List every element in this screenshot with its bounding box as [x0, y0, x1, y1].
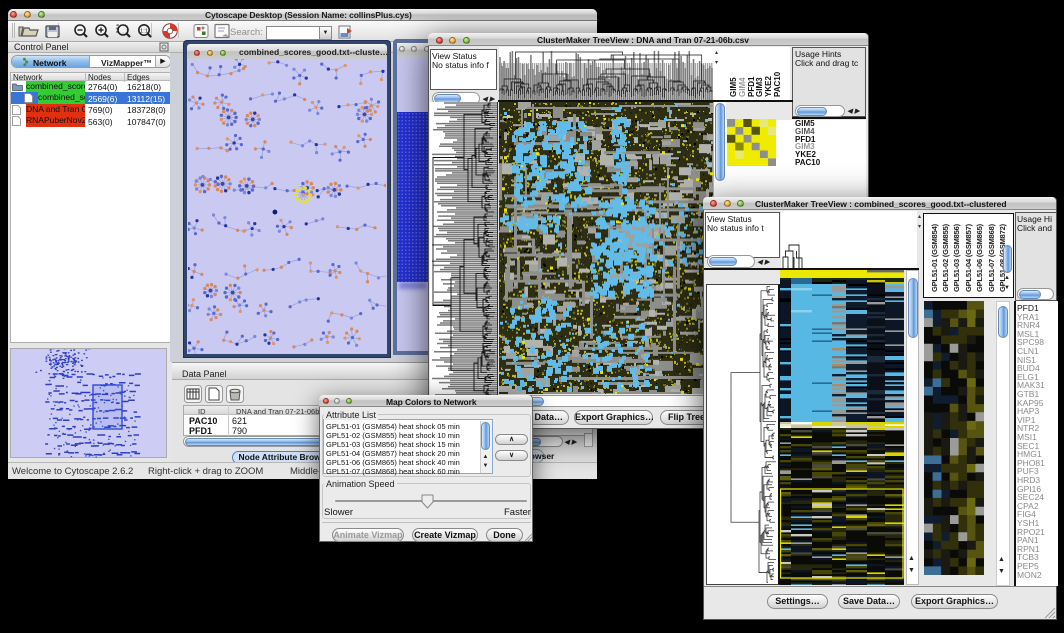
svg-text:1:1: 1:1: [140, 29, 148, 35]
